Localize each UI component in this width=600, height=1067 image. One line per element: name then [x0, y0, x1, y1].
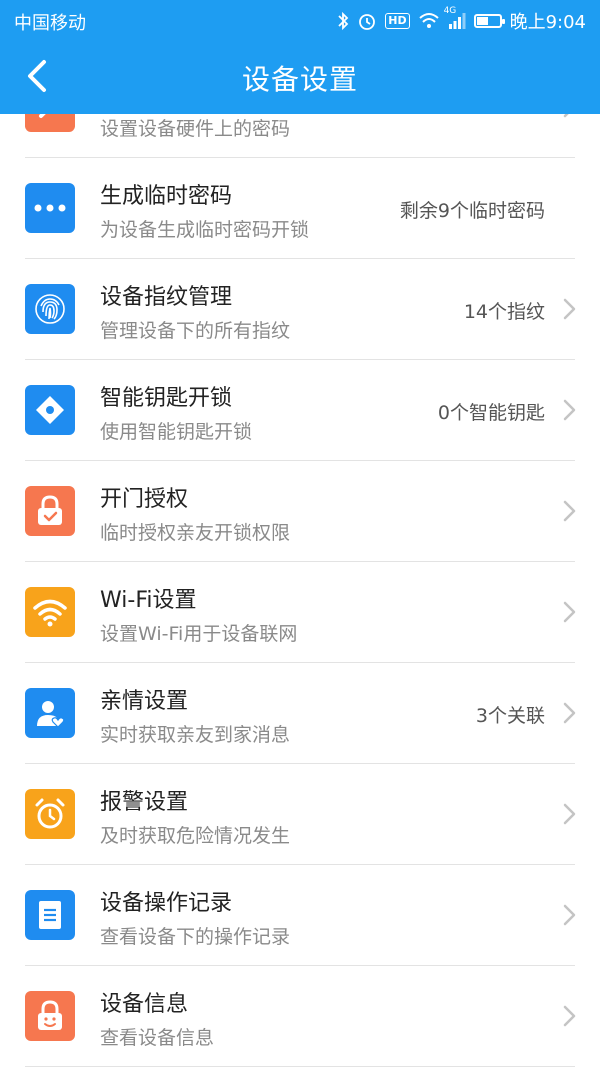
list-item[interactable]: Wi-Fi设置设置Wi-Fi用于设备联网: [0, 562, 600, 663]
item-value: 3个关联: [475, 705, 545, 727]
item-label: 生成临时密码: [100, 184, 233, 209]
item-description: 设置设备硬件上的密码: [100, 118, 291, 140]
dots-icon: [25, 183, 75, 233]
item-label: 亲情设置: [100, 689, 189, 714]
item-label: 设备指纹管理: [100, 285, 233, 310]
lock-face-icon: [25, 991, 75, 1041]
list-item[interactable]: 生成临时密码为设备生成临时密码开锁 剩余9个临时密码: [0, 158, 600, 259]
list-item[interactable]: 设备信息查看设备信息: [0, 966, 600, 1067]
item-description: 查看设备信息: [100, 1027, 215, 1049]
diamond-icon: [25, 385, 75, 435]
list-item[interactable]: 设置设备硬件上的密码: [0, 114, 600, 158]
carrier-name: 中国移动: [14, 13, 86, 34]
page-title: 设备设置: [241, 63, 358, 96]
chevron-right-icon: [563, 702, 576, 724]
item-label: Wi-Fi设置: [100, 588, 197, 613]
chevron-right-icon: [563, 399, 576, 421]
hd-badge: HD: [385, 13, 410, 29]
network-type: 4G: [443, 6, 457, 16]
chevron-right-icon: [563, 904, 576, 926]
battery-level: [476, 17, 488, 25]
item-description: 临时授权亲友开锁权限: [100, 522, 291, 544]
item-label: 智能钥匙开锁: [100, 386, 233, 411]
item-value: 0个智能钥匙: [437, 402, 545, 424]
item-description: 设置Wi-Fi用于设备联网: [100, 623, 298, 645]
fingerprint-icon: [25, 284, 75, 334]
item-label: 设备信息: [100, 992, 189, 1017]
document-icon: [25, 890, 75, 940]
bluetooth-icon: [338, 11, 349, 31]
chevron-right-icon: [563, 298, 576, 320]
list-item[interactable]: 亲情设置实时获取亲友到家消息 3个关联: [0, 663, 600, 764]
list-item[interactable]: 报警设置及时获取危险情况发生: [0, 764, 600, 865]
item-description: 管理设备下的所有指纹: [100, 320, 291, 342]
lock-check-icon: [25, 486, 75, 536]
settings-list: 设置设备硬件上的密码 生成临时密码为设备生成临时密码开锁 剩余9个临时密码设备指纹管…: [0, 114, 600, 1067]
list-item[interactable]: 设备指纹管理管理设备下的所有指纹 14个指纹: [0, 259, 600, 360]
battery-icon: [473, 14, 505, 28]
signal-indicator: 4G: [444, 6, 466, 30]
item-description: 查看设备下的操作记录: [100, 926, 291, 948]
item-description: 及时获取危险情况发生: [100, 825, 291, 847]
wifi-icon: [25, 587, 75, 637]
item-description: 为设备生成临时密码开锁: [100, 219, 310, 241]
chevron-right-icon: [563, 803, 576, 825]
item-label: 报警设置: [100, 790, 189, 815]
chevron-right-icon: [563, 114, 569, 118]
chevron-right-icon: [563, 500, 576, 522]
wifi-status-icon: [418, 13, 439, 28]
item-label: 设备操作记录: [100, 891, 233, 916]
item-description: 实时获取亲友到家消息: [100, 724, 291, 746]
list-item[interactable]: 开门授权临时授权亲友开锁权限: [0, 461, 600, 562]
nav-bar: 设备设置: [0, 40, 600, 114]
alarm-icon: [359, 14, 376, 30]
clock-time: 晚上9:04: [509, 12, 586, 33]
key-icon: [25, 114, 75, 132]
item-value: 14个指纹: [463, 301, 545, 323]
list-item[interactable]: 智能钥匙开锁 使用智能钥匙开锁 0个智能钥匙: [0, 360, 600, 461]
person-heart-icon: [25, 688, 75, 738]
chevron-right-icon: [563, 601, 576, 623]
chevron-right-icon: [563, 1005, 576, 1027]
item-label: 开门授权: [100, 487, 189, 512]
alarm-clock-icon: [25, 789, 75, 839]
item-value: 剩余9个临时密码: [399, 200, 545, 222]
status-icons: HD 4G 晚上9:04: [337, 6, 586, 34]
item-description: 使用智能钥匙开锁: [100, 421, 253, 443]
list-item[interactable]: 设备操作记录查看设备下的操作记录: [0, 865, 600, 966]
status-bar: 中国移动 HD 4G 晚上9:04: [0, 0, 600, 40]
